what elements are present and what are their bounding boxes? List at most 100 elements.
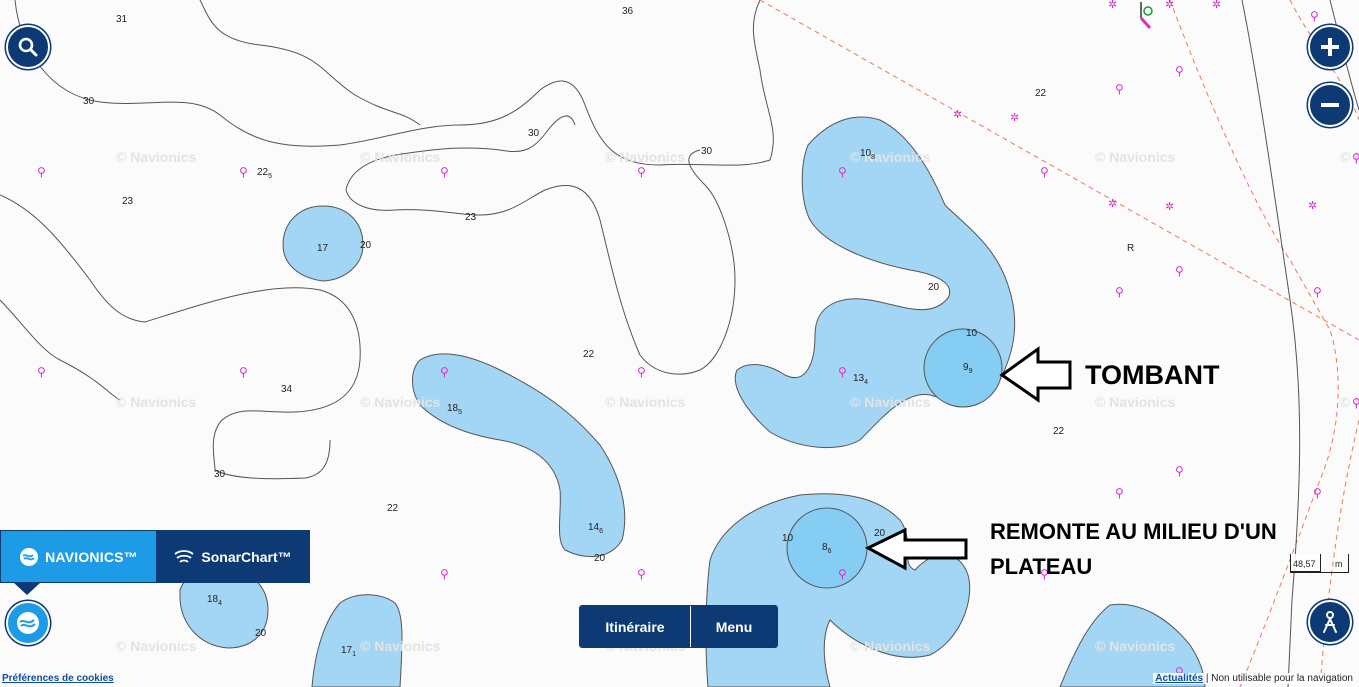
svg-text:30: 30 <box>214 469 226 480</box>
scale-bar-label: 48,57 m <box>1290 554 1343 572</box>
svg-text:22: 22 <box>583 349 595 360</box>
svg-text:20: 20 <box>874 528 886 539</box>
svg-text:⚲: ⚲ <box>440 567 449 581</box>
track-position-button[interactable] <box>1308 600 1352 644</box>
sonarchart-tab[interactable]: SonarChart™ <box>156 531 309 582</box>
chart-layer-button[interactable] <box>6 601 50 645</box>
cookie-preferences-link[interactable]: Préférences de cookies <box>2 673 114 684</box>
svg-text:© Navionics: © Navionics <box>360 394 441 410</box>
svg-text:⚲: ⚲ <box>1115 285 1124 299</box>
svg-text:✲: ✲ <box>1108 197 1117 210</box>
search-icon <box>18 37 38 57</box>
news-link[interactable]: Actualités <box>1155 673 1203 684</box>
svg-text:17: 17 <box>317 243 329 254</box>
brand-toggle-bar: NAVIONICS™ SonarChart™ <box>0 530 310 583</box>
svg-text:⚲: ⚲ <box>1313 285 1322 299</box>
svg-text:© Navionics: © Navionics <box>360 638 441 654</box>
svg-text:© Navionics: © Navionics <box>605 394 686 410</box>
svg-text:© Navionics: © Navionics <box>850 394 931 410</box>
zoom-out-button[interactable] <box>1308 83 1352 127</box>
svg-text:10: 10 <box>782 533 794 544</box>
scale-value: 48,57 <box>1293 559 1316 569</box>
svg-text:31: 31 <box>116 14 128 25</box>
svg-text:22: 22 <box>1035 88 1047 99</box>
svg-text:⚲: ⚲ <box>37 365 46 379</box>
sonar-waves-icon <box>174 549 194 563</box>
svg-text:⚲: ⚲ <box>239 165 248 179</box>
svg-text:© Navionics: © Navionics <box>1095 638 1176 654</box>
sonarchart-label: SonarChart™ <box>201 548 292 565</box>
svg-text:10: 10 <box>966 328 978 339</box>
footer-separator: | <box>1203 673 1212 684</box>
svg-text:© Navionics: © Navionics <box>116 394 197 410</box>
svg-text:22: 22 <box>387 503 399 514</box>
svg-text:⚲: ⚲ <box>1352 151 1359 165</box>
svg-text:© Navionics: © Navionics <box>360 149 441 165</box>
svg-text:225: 225 <box>257 167 272 180</box>
svg-text:⚲: ⚲ <box>1175 64 1184 78</box>
itinerary-button[interactable]: Itinéraire <box>580 606 691 647</box>
svg-text:© Navionics: © Navionics <box>605 149 686 165</box>
navionics-logo-icon <box>17 612 39 634</box>
search-button[interactable] <box>6 25 50 69</box>
svg-text:23: 23 <box>122 196 134 207</box>
svg-text:30: 30 <box>83 96 95 107</box>
navionics-label: NAVIONICS™ <box>45 548 138 565</box>
footer-info: Actualités | Non utilisable pour la navi… <box>1153 673 1355 684</box>
svg-text:⚲: ⚲ <box>1115 82 1124 96</box>
navionics-tab[interactable]: NAVIONICS™ <box>1 531 156 582</box>
svg-text:20: 20 <box>360 240 372 251</box>
annotation-arrow-tombant <box>999 346 1072 403</box>
svg-text:✲: ✲ <box>1165 0 1174 11</box>
svg-text:✲: ✲ <box>953 108 962 121</box>
plus-icon <box>1321 38 1339 56</box>
svg-text:⚲: ⚲ <box>37 165 46 179</box>
minus-icon <box>1321 103 1339 107</box>
svg-text:⚲: ⚲ <box>1040 165 1049 179</box>
svg-text:✲: ✲ <box>1165 200 1174 213</box>
svg-text:⚲: ⚲ <box>1310 9 1319 23</box>
nautical-chart-map[interactable]: © Navionics © Navionics © Navionics © Na… <box>0 0 1359 687</box>
shallow-areas <box>179 116 1206 687</box>
annotation-tombant: TOMBANT <box>1085 360 1220 390</box>
svg-text:© Navionics: © Navionics <box>850 638 931 654</box>
svg-text:30: 30 <box>528 128 540 139</box>
svg-text:20: 20 <box>255 628 267 639</box>
svg-text:⚲: ⚲ <box>637 365 646 379</box>
lighthouse-icon <box>1139 2 1153 30</box>
svg-text:⚲: ⚲ <box>637 165 646 179</box>
svg-text:20: 20 <box>928 282 940 293</box>
svg-text:⚲: ⚲ <box>239 365 248 379</box>
svg-text:22: 22 <box>1053 426 1065 437</box>
menu-button[interactable]: Menu <box>691 606 777 647</box>
zoom-in-button[interactable] <box>1308 25 1352 69</box>
annotation-plateau-line1: REMONTE AU MILIEU D'UN <box>990 519 1277 544</box>
svg-text:⚲: ⚲ <box>838 567 847 581</box>
svg-text:✲: ✲ <box>1010 111 1019 124</box>
svg-text:© Navionics: © Navionics <box>1095 149 1176 165</box>
svg-text:20: 20 <box>594 553 606 564</box>
svg-text:© Navionics: © Navionics <box>116 638 197 654</box>
svg-text:✲: ✲ <box>1108 0 1117 11</box>
svg-text:⚲: ⚲ <box>1115 486 1124 500</box>
svg-text:30: 30 <box>701 146 713 157</box>
svg-text:R: R <box>1127 243 1134 254</box>
svg-text:34: 34 <box>281 384 293 395</box>
svg-text:36: 36 <box>622 6 634 17</box>
svg-text:23: 23 <box>465 212 477 223</box>
scale-unit: m <box>1335 559 1343 569</box>
bottom-menu: Itinéraire Menu <box>579 605 778 648</box>
person-location-icon <box>1323 611 1337 633</box>
svg-text:⚲: ⚲ <box>838 165 847 179</box>
svg-text:© Navionics: © Navionics <box>116 149 197 165</box>
svg-text:⚲: ⚲ <box>1313 486 1322 500</box>
svg-text:⚲: ⚲ <box>1175 264 1184 278</box>
svg-text:⚲: ⚲ <box>1352 396 1359 410</box>
svg-text:✲: ✲ <box>1308 199 1317 212</box>
svg-text:✲: ✲ <box>1212 0 1221 11</box>
svg-text:⚲: ⚲ <box>440 365 449 379</box>
annotation-plateau-line2: PLATEAU <box>990 554 1092 579</box>
navigation-disclaimer: Non utilisable pour la navigation <box>1211 673 1353 684</box>
svg-text:⚲: ⚲ <box>1175 464 1184 478</box>
svg-text:⚲: ⚲ <box>440 165 449 179</box>
